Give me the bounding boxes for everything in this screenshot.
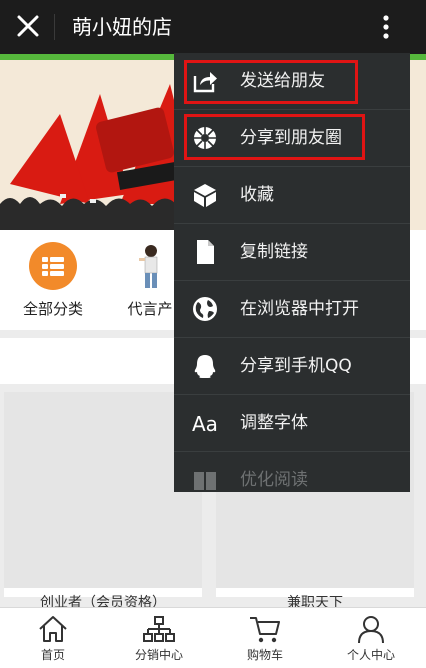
highlight-box-share-moments	[184, 114, 365, 160]
menu-item-reader-mode[interactable]: 优化阅读	[174, 452, 410, 492]
category-all[interactable]: 全部分类	[8, 242, 98, 319]
tab-label: 购物车	[246, 648, 283, 662]
menu-item-copy-link[interactable]: 复制链接	[174, 224, 410, 280]
menu-item-label: 在浏览器中打开	[240, 299, 359, 319]
menu-item-adjust-font[interactable]: Aa 调整字体	[174, 395, 410, 451]
menu-item-label: 调整字体	[240, 413, 308, 433]
top-bar: 萌小妞的店	[0, 0, 426, 54]
cart-icon	[250, 617, 280, 643]
tab-distribution[interactable]: 分销中心	[106, 614, 212, 663]
menu-item-label: 收藏	[240, 185, 274, 205]
cube-icon	[194, 184, 216, 207]
page-title: 萌小妞的店	[72, 15, 172, 39]
highlight-box-send-to-friend	[184, 60, 358, 104]
tab-label: 首页	[40, 648, 65, 662]
header-divider	[54, 14, 55, 40]
qq-icon	[194, 355, 216, 378]
book-icon	[194, 472, 216, 490]
globe-icon	[193, 297, 217, 321]
tab-label: 个人中心	[346, 648, 395, 662]
menu-item-label: 分享到手机QQ	[240, 356, 352, 376]
bottom-tab-bar: 首页 分销中心 购物车 个人中心	[0, 607, 426, 668]
list-icon	[29, 242, 77, 290]
svg-text:Aa: Aa	[192, 412, 218, 436]
menu-item-share-qq[interactable]: 分享到手机QQ	[174, 338, 410, 394]
org-chart-icon	[143, 616, 175, 642]
product-card[interactable]: 创业者（会员资格）	[4, 392, 202, 611]
tab-profile[interactable]: 个人中心	[318, 614, 424, 663]
tab-cart[interactable]: 购物车	[212, 614, 318, 663]
menu-item-label: 优化阅读	[240, 470, 308, 490]
close-icon[interactable]	[14, 12, 42, 40]
product-image	[4, 392, 202, 588]
tab-label: 分销中心	[134, 648, 183, 662]
menu-item-label: 复制链接	[240, 242, 308, 262]
more-vertical-icon[interactable]	[378, 14, 394, 40]
font-icon: Aa	[192, 412, 218, 436]
document-icon	[197, 240, 214, 264]
category-label: 全部分类	[22, 300, 83, 318]
tab-home[interactable]: 首页	[0, 614, 106, 663]
home-icon	[39, 616, 67, 642]
menu-item-open-in-browser[interactable]: 在浏览器中打开	[174, 281, 410, 337]
person-photo	[127, 242, 173, 290]
user-icon	[358, 616, 384, 644]
menu-item-favorite[interactable]: 收藏	[174, 167, 410, 223]
